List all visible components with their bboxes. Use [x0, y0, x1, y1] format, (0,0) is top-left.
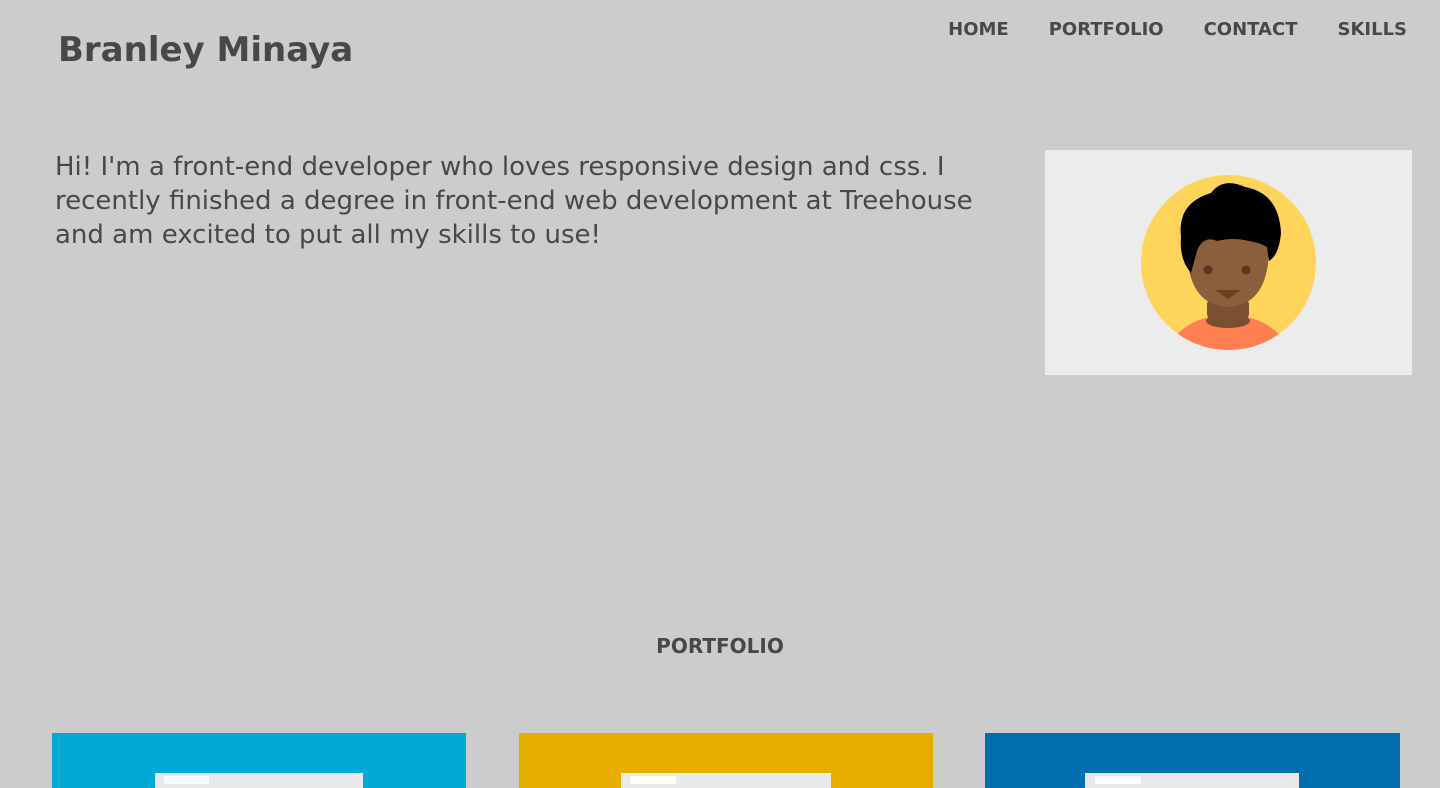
browser-tab-shape — [164, 776, 209, 784]
avatar-card — [1045, 150, 1412, 375]
nav-contact-link[interactable]: CONTACT — [1204, 18, 1298, 42]
main-nav: HOME PORTFOLIO CONTACT SKILLS — [948, 18, 1407, 42]
browser-tab-shape — [630, 776, 676, 784]
portfolio-tile-3[interactable] — [985, 733, 1400, 788]
person-avatar-icon — [1141, 175, 1316, 350]
nav-skills-link[interactable]: SKILLS — [1337, 18, 1407, 42]
portfolio-heading: PORTFOLIO — [656, 634, 784, 658]
site-title: Branley Minaya — [58, 30, 354, 70]
page: Branley Minaya HOME PORTFOLIO CONTACT SK… — [0, 0, 1440, 788]
portfolio-tile-2[interactable] — [519, 733, 933, 788]
nav-home-link[interactable]: HOME — [948, 18, 1009, 42]
portfolio-tile-1[interactable] — [52, 733, 466, 788]
intro-text: Hi! I'm a front-end developer who loves … — [55, 152, 973, 250]
browser-tab-shape — [1095, 776, 1141, 784]
nav-portfolio-link[interactable]: PORTFOLIO — [1049, 18, 1164, 42]
